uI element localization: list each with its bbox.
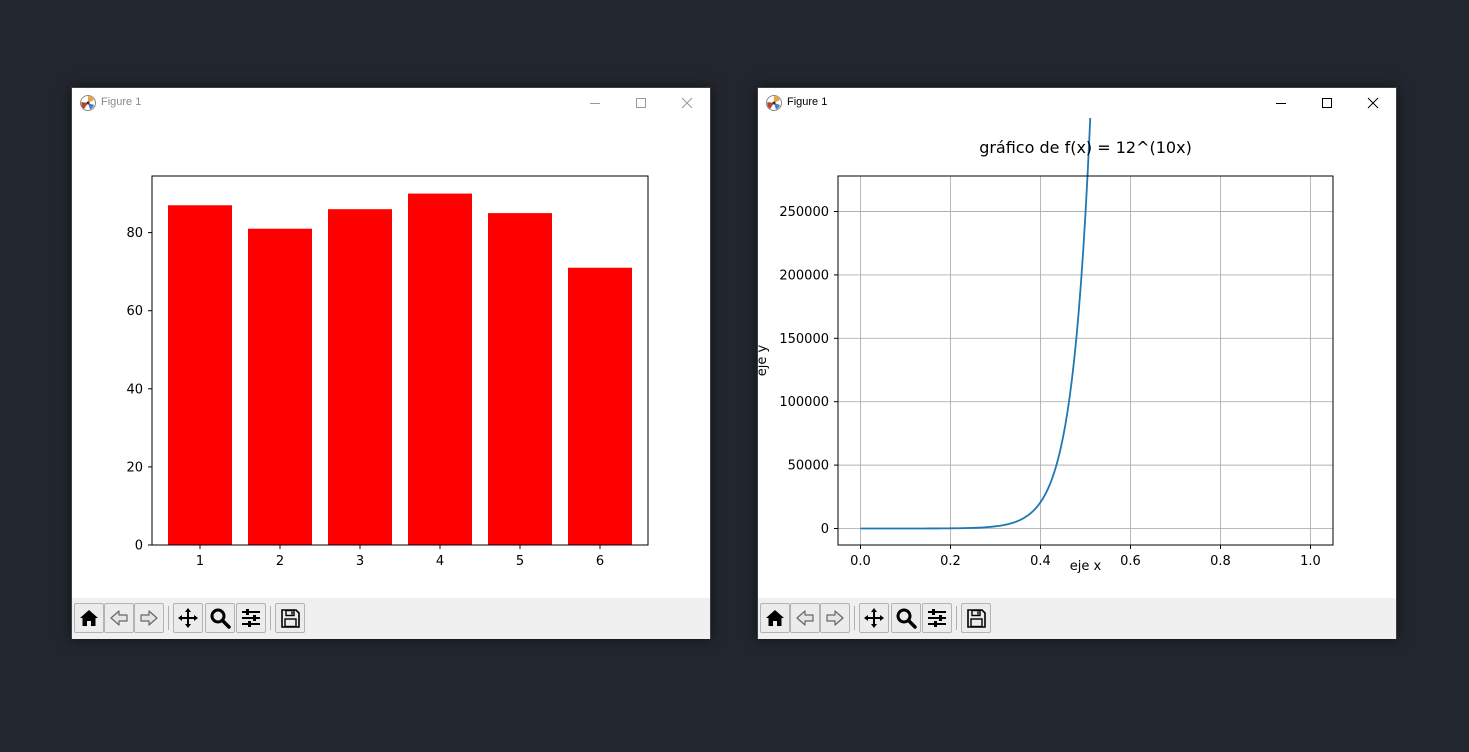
matplotlib-logo-icon bbox=[80, 95, 96, 111]
y-tick-label: 150000 bbox=[779, 332, 829, 347]
x-tick-label: 0.0 bbox=[850, 554, 871, 569]
x-tick-label: 1 bbox=[196, 554, 204, 569]
x-tick-label: 0.2 bbox=[940, 554, 961, 569]
y-tick-label: 80 bbox=[126, 226, 143, 241]
x-axis-label: eje x bbox=[1070, 559, 1102, 574]
close-button[interactable] bbox=[664, 88, 710, 118]
toolbar-separator bbox=[270, 606, 271, 630]
plot-frame bbox=[837, 175, 1334, 546]
close-icon bbox=[1367, 97, 1379, 109]
x-tick-label: 0.8 bbox=[1210, 554, 1231, 569]
save-button[interactable] bbox=[961, 603, 991, 633]
y-tick-label: 100000 bbox=[779, 395, 829, 410]
toolbar-separator bbox=[854, 606, 855, 630]
y-tick-label: 40 bbox=[126, 382, 143, 397]
x-tick-label: 0.6 bbox=[1120, 554, 1141, 569]
save-icon bbox=[967, 609, 986, 628]
bar bbox=[408, 193, 472, 546]
zoom-icon bbox=[210, 608, 231, 629]
home-icon bbox=[80, 610, 98, 626]
y-tick-label: 0 bbox=[821, 522, 829, 537]
home-button[interactable] bbox=[760, 603, 790, 633]
pan-button[interactable] bbox=[859, 603, 889, 633]
configure-icon bbox=[928, 609, 946, 627]
figure-window-2[interactable]: Figure 1 0.0 0.2 0.4 0.6 0.8 1.0 0 50000 100000 1… bbox=[757, 87, 1397, 639]
y-axis-label: eje y bbox=[758, 344, 770, 376]
home-icon bbox=[766, 610, 784, 626]
line-chart[interactable]: 0.0 0.2 0.4 0.6 0.8 1.0 0 50000 100000 150000 2000… bbox=[758, 118, 1396, 598]
pan-icon bbox=[864, 608, 884, 628]
back-icon bbox=[110, 610, 128, 626]
bar bbox=[168, 205, 232, 545]
maximize-button[interactable] bbox=[1304, 88, 1350, 118]
minimize-icon bbox=[590, 103, 600, 104]
minimize-button[interactable] bbox=[1258, 88, 1304, 118]
zoom-icon bbox=[896, 608, 917, 629]
maximize-icon bbox=[1322, 98, 1332, 108]
x-tick-label: 3 bbox=[356, 554, 364, 569]
bar bbox=[568, 267, 632, 545]
forward-button[interactable] bbox=[134, 603, 164, 633]
x-tick-label: 5 bbox=[516, 554, 524, 569]
close-icon bbox=[681, 97, 693, 109]
matplotlib-logo-icon bbox=[766, 95, 782, 111]
pan-icon bbox=[178, 608, 198, 628]
y-tick-label: 0 bbox=[135, 539, 143, 554]
x-tick-label: 4 bbox=[436, 554, 444, 569]
forward-icon bbox=[826, 610, 844, 626]
pan-button[interactable] bbox=[173, 603, 203, 633]
save-icon bbox=[281, 609, 300, 628]
y-tick-label: 60 bbox=[126, 304, 143, 319]
x-tick-label: 6 bbox=[596, 554, 604, 569]
close-button[interactable] bbox=[1350, 88, 1396, 118]
y-tick-label: 200000 bbox=[779, 268, 829, 283]
title-bar[interactable]: Figure 1 bbox=[758, 88, 1396, 118]
minimize-button[interactable] bbox=[572, 88, 618, 118]
title-bar[interactable]: Figure 1 bbox=[72, 88, 710, 118]
back-button[interactable] bbox=[104, 603, 134, 633]
chart-title: gráfico de f(x) = 12^(10x) bbox=[979, 138, 1192, 157]
zoom-button[interactable] bbox=[205, 603, 235, 633]
toolbar-separator bbox=[956, 606, 957, 630]
y-tick-label: 250000 bbox=[779, 205, 829, 220]
y-tick-label: 20 bbox=[126, 460, 143, 475]
back-button[interactable] bbox=[790, 603, 820, 633]
save-button[interactable] bbox=[275, 603, 305, 633]
figure-window-1[interactable]: Figure 1 0 20 40 60 80 1 2 3 4 5 6 bbox=[71, 87, 711, 639]
x-tick-label: 0.4 bbox=[1030, 554, 1051, 569]
maximize-icon bbox=[636, 98, 646, 108]
bar bbox=[248, 228, 312, 545]
zoom-button[interactable] bbox=[891, 603, 921, 633]
bar bbox=[488, 213, 552, 545]
navigation-toolbar bbox=[72, 598, 710, 639]
configure-subplots-button[interactable] bbox=[236, 603, 266, 633]
x-tick-label: 1.0 bbox=[1300, 554, 1321, 569]
minimize-icon bbox=[1276, 103, 1286, 104]
forward-icon bbox=[140, 610, 158, 626]
configure-icon bbox=[242, 609, 260, 627]
maximize-button[interactable] bbox=[618, 88, 664, 118]
window-title: Figure 1 bbox=[101, 96, 142, 108]
home-button[interactable] bbox=[74, 603, 104, 633]
toolbar-separator bbox=[168, 606, 169, 630]
bar-chart[interactable]: 0 20 40 60 80 1 2 3 4 5 6 bbox=[72, 118, 710, 598]
y-tick-label: 50000 bbox=[788, 459, 829, 474]
configure-subplots-button[interactable] bbox=[922, 603, 952, 633]
forward-button[interactable] bbox=[820, 603, 850, 633]
series-line bbox=[861, 118, 1311, 536]
back-icon bbox=[796, 610, 814, 626]
bar bbox=[328, 209, 392, 545]
window-title: Figure 1 bbox=[787, 96, 828, 108]
x-tick-label: 2 bbox=[276, 554, 284, 569]
navigation-toolbar bbox=[758, 598, 1396, 639]
